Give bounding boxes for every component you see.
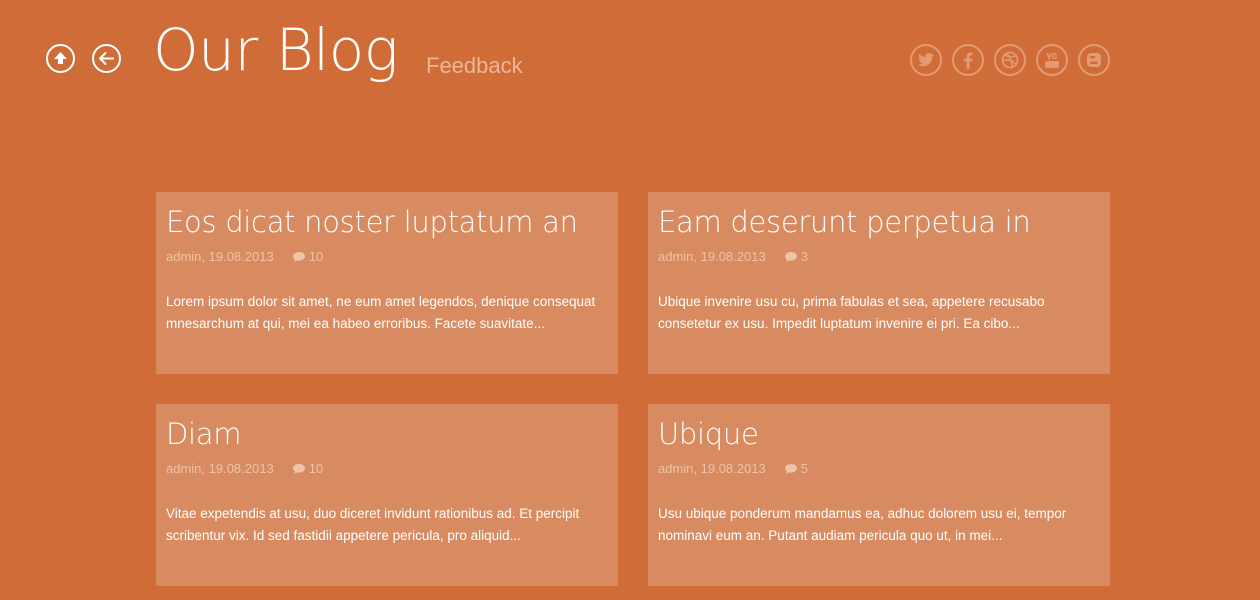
post-title[interactable]: Eos dicat noster luptatum an xyxy=(166,202,608,242)
post-meta: admin, 19.08.2013 10 xyxy=(166,249,608,265)
up-arrow-icon xyxy=(54,52,67,64)
social-links xyxy=(910,44,1110,76)
comment-count-value: 3 xyxy=(800,249,808,264)
blog-page: Our Blog Feedback Eos dicat noster lupta… xyxy=(0,0,1260,600)
post-card[interactable]: Eos dicat noster luptatum an admin, 19.0… xyxy=(156,192,618,374)
post-card[interactable]: Ubique admin, 19.08.2013 5 Usu ubique po… xyxy=(648,404,1110,586)
page-title: Our Blog xyxy=(153,16,399,84)
post-author-date: admin, 19.08.2013 xyxy=(166,249,274,264)
comment-count-value: 5 xyxy=(800,461,808,476)
post-meta: admin, 19.08.2013 10 xyxy=(166,461,608,477)
post-excerpt: Lorem ipsum dolor sit amet, ne eum amet … xyxy=(166,294,596,331)
post-title[interactable]: Ubique xyxy=(658,414,1100,454)
post-title[interactable]: Eam deserunt perpetua in xyxy=(658,202,1100,242)
post-author-date: admin, 19.08.2013 xyxy=(658,249,766,264)
twitter-icon[interactable] xyxy=(910,44,942,76)
comment-count[interactable]: 3 xyxy=(784,249,808,265)
comment-count-value: 10 xyxy=(308,249,324,264)
comment-icon xyxy=(292,252,305,262)
post-title[interactable]: Diam xyxy=(166,414,608,454)
post-meta: admin, 19.08.2013 3 xyxy=(658,249,1100,265)
home-button[interactable] xyxy=(46,44,75,73)
post-card[interactable]: Diam admin, 19.08.2013 10 Vitae expetend… xyxy=(156,404,618,586)
comment-icon xyxy=(784,252,797,262)
post-meta: admin, 19.08.2013 5 xyxy=(658,461,1100,477)
comment-count[interactable]: 5 xyxy=(784,461,808,477)
feedback-link[interactable]: Feedback xyxy=(426,52,523,80)
comment-count-value: 10 xyxy=(308,461,324,476)
left-arrow-icon xyxy=(99,52,114,65)
post-card[interactable]: Eam deserunt perpetua in admin, 19.08.20… xyxy=(648,192,1110,374)
comment-icon xyxy=(292,464,305,474)
youtube-icon[interactable] xyxy=(1036,44,1068,76)
post-author-date: admin, 19.08.2013 xyxy=(658,461,766,476)
post-excerpt: Usu ubique ponderum mandamus ea, adhuc d… xyxy=(658,506,1067,543)
back-button[interactable] xyxy=(92,44,121,73)
comment-count[interactable]: 10 xyxy=(292,249,323,265)
post-excerpt: Ubique invenire usu cu, prima fabulas et… xyxy=(658,294,1045,331)
dribbble-icon[interactable] xyxy=(994,44,1026,76)
post-author-date: admin, 19.08.2013 xyxy=(166,461,274,476)
post-excerpt: Vitae expetendis at usu, duo diceret inv… xyxy=(166,506,580,543)
comment-count[interactable]: 10 xyxy=(292,461,323,477)
blogger-icon[interactable] xyxy=(1078,44,1110,76)
comment-icon xyxy=(784,464,797,474)
facebook-icon[interactable] xyxy=(952,44,984,76)
